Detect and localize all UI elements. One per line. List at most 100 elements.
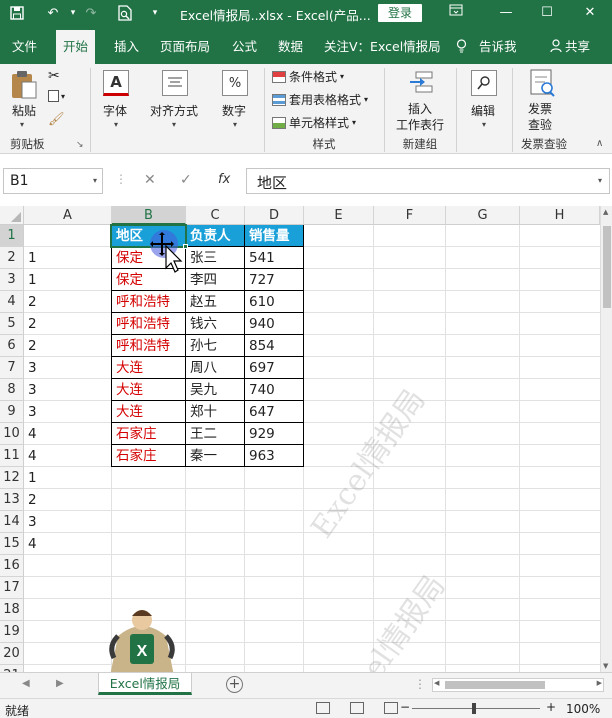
table-cell[interactable]: 赵五 xyxy=(186,291,245,313)
invoice-label-line1[interactable]: 发票 xyxy=(528,100,552,117)
save-icon[interactable] xyxy=(8,4,26,22)
redo-icon[interactable]: ↷ xyxy=(82,4,100,22)
cell-a9[interactable]: 3 xyxy=(24,401,112,423)
cell-a14[interactable]: 3 xyxy=(24,511,112,533)
table-cell[interactable]: 李四 xyxy=(186,269,245,291)
column-header-e[interactable]: E xyxy=(304,206,374,225)
name-box-dropdown-icon[interactable]: ▾ xyxy=(93,176,97,185)
enter-icon[interactable]: ✓ xyxy=(180,172,192,188)
row-header-17[interactable]: 17 xyxy=(0,577,24,599)
horizontal-scroll-thumb[interactable] xyxy=(445,681,545,689)
cell-a13[interactable]: 2 xyxy=(24,489,112,511)
customize-icon[interactable]: ▾ xyxy=(146,4,164,22)
table-cell[interactable]: 吴九 xyxy=(186,379,245,401)
column-header-a[interactable]: A xyxy=(24,206,112,225)
copy-icon[interactable]: ▾ xyxy=(48,90,65,102)
table-cell[interactable]: 854 xyxy=(245,335,304,357)
tab-page-layout[interactable]: 页面布局 xyxy=(160,36,210,55)
tab-data[interactable]: 数据 xyxy=(278,36,303,55)
table-header-cell[interactable]: 负责人 xyxy=(186,225,245,247)
zoom-slider-knob[interactable] xyxy=(472,703,476,714)
cell-a5[interactable]: 2 xyxy=(24,313,112,335)
row-header-14[interactable]: 14 xyxy=(0,511,24,533)
cell-a10[interactable]: 4 xyxy=(24,423,112,445)
row-header-10[interactable]: 10 xyxy=(0,423,24,445)
table-cell[interactable]: 610 xyxy=(245,291,304,313)
table-header-cell[interactable]: 销售量 xyxy=(245,225,304,247)
row-header-20[interactable]: 20 xyxy=(0,643,24,665)
column-header-d[interactable]: D xyxy=(245,206,304,225)
row-header-4[interactable]: 4 xyxy=(0,291,24,313)
cell-a2[interactable]: 1 xyxy=(24,247,112,269)
login-button[interactable]: 登录 xyxy=(378,4,422,22)
cancel-icon[interactable]: ✕ xyxy=(144,172,156,188)
tab-follow[interactable]: 关注V：Excel情报局 xyxy=(324,36,441,55)
row-header-12[interactable]: 12 xyxy=(0,467,24,489)
zoom-slider[interactable] xyxy=(412,703,540,714)
row-header-5[interactable]: 5 xyxy=(0,313,24,335)
table-format-button[interactable]: 套用表格格式 ▾ xyxy=(272,91,368,108)
row-header-18[interactable]: 18 xyxy=(0,599,24,621)
add-sheet-icon[interactable]: + xyxy=(226,676,243,693)
table-cell[interactable]: 石家庄 xyxy=(112,445,186,467)
table-cell[interactable]: 呼和浩特 xyxy=(112,291,186,313)
expand-formula-icon[interactable]: ▾ xyxy=(598,176,602,185)
tab-file[interactable]: 文件 xyxy=(12,36,37,55)
cell-a8[interactable]: 3 xyxy=(24,379,112,401)
column-header-b[interactable]: B xyxy=(112,206,186,225)
row-header-11[interactable]: 11 xyxy=(0,445,24,467)
tab-home[interactable]: 开始 xyxy=(56,30,96,64)
group-font[interactable]: A 字体 ▾ xyxy=(92,64,140,154)
table-cell[interactable]: 929 xyxy=(245,423,304,445)
formula-input[interactable]: 地区 xyxy=(246,168,610,194)
page-layout-view-icon[interactable] xyxy=(350,702,364,714)
paste-label[interactable]: 粘贴 xyxy=(12,102,36,119)
cell-a11[interactable]: 4 xyxy=(24,445,112,467)
next-sheet-icon[interactable]: ▶ xyxy=(56,678,64,689)
cell-a4[interactable]: 2 xyxy=(24,291,112,313)
scroll-right-icon[interactable]: ▶ xyxy=(597,679,602,687)
row-header-13[interactable]: 13 xyxy=(0,489,24,511)
table-cell[interactable]: 963 xyxy=(245,445,304,467)
cell-a6[interactable]: 2 xyxy=(24,335,112,357)
row-header-21[interactable]: 21 xyxy=(0,665,24,672)
cell-a15[interactable]: 4 xyxy=(24,533,112,555)
table-cell[interactable]: 697 xyxy=(245,357,304,379)
table-cell[interactable]: 秦一 xyxy=(186,445,245,467)
scroll-up-icon[interactable]: ▲ xyxy=(603,208,608,216)
table-cell[interactable]: 740 xyxy=(245,379,304,401)
row-header-3[interactable]: 3 xyxy=(0,269,24,291)
tell-me[interactable]: 告诉我 xyxy=(456,36,517,55)
scroll-left-icon[interactable]: ◀ xyxy=(434,679,439,687)
row-header-8[interactable]: 8 xyxy=(0,379,24,401)
page-break-view-icon[interactable] xyxy=(384,702,398,714)
collapse-ribbon-icon[interactable]: ∧ xyxy=(596,138,603,149)
table-cell[interactable]: 大连 xyxy=(112,379,186,401)
cell-a12[interactable]: 1 xyxy=(24,467,112,489)
column-header-f[interactable]: F xyxy=(374,206,446,225)
insert-label[interactable]: 插入 xyxy=(408,100,432,117)
row-header-6[interactable]: 6 xyxy=(0,335,24,357)
tab-insert[interactable]: 插入 xyxy=(114,36,139,55)
prev-sheet-icon[interactable]: ◀ xyxy=(22,678,30,689)
table-cell[interactable]: 大连 xyxy=(112,357,186,379)
minimize-icon[interactable]: — xyxy=(496,3,516,23)
print-preview-icon[interactable] xyxy=(116,4,134,22)
invoice-check-icon[interactable] xyxy=(528,68,558,101)
zoom-out-icon[interactable]: − xyxy=(400,700,410,714)
zoom-in-icon[interactable]: + xyxy=(546,700,556,714)
share-button[interactable]: 共享 xyxy=(550,36,590,55)
insert-function-icon[interactable]: fx xyxy=(218,172,230,187)
ribbon-display-icon[interactable] xyxy=(446,3,466,23)
table-cell[interactable]: 张三 xyxy=(186,247,245,269)
row-header-19[interactable]: 19 xyxy=(0,621,24,643)
table-cell[interactable]: 王二 xyxy=(186,423,245,445)
column-header-g[interactable]: G xyxy=(446,206,520,225)
worktable-row-label[interactable]: 工作表行 xyxy=(396,116,444,133)
table-cell[interactable]: 呼和浩特 xyxy=(112,313,186,335)
column-header-c[interactable]: C xyxy=(186,206,245,225)
name-box[interactable]: B1 ▾ xyxy=(3,168,103,194)
close-icon[interactable]: ✕ xyxy=(580,3,600,23)
paste-icon[interactable] xyxy=(10,70,38,103)
cell-styles-button[interactable]: 单元格样式 ▾ xyxy=(272,114,356,131)
